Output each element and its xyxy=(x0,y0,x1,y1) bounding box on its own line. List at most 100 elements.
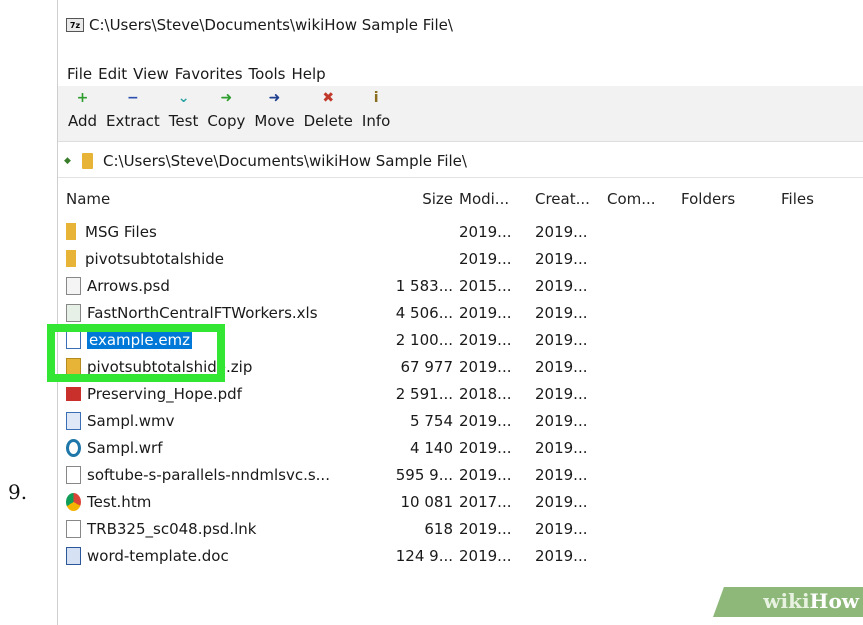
file-name-cell: FastNorthCentralFTWorkers.xls xyxy=(58,303,371,322)
menu-view[interactable]: View xyxy=(133,65,169,83)
file-row[interactable]: Sampl.wrf 4 140 2019... 2019... xyxy=(58,434,863,461)
psd-file-icon xyxy=(66,276,81,295)
file-size: 10 081 xyxy=(400,492,454,511)
move-label: Move xyxy=(254,112,295,130)
copy-button[interactable]: ➜ Copy xyxy=(207,86,245,141)
file-created: 2019... xyxy=(535,384,588,403)
add-button[interactable]: + Add xyxy=(68,86,97,141)
title-bar: 7z C:\Users\Steve\Documents\wikiHow Samp… xyxy=(58,0,863,56)
file-modified: 2019... xyxy=(459,411,512,430)
file-modified: 2019... xyxy=(459,357,512,376)
file-row[interactable]: Preserving_Hope.pdf 2 591... 2018... 2019..… xyxy=(58,380,863,407)
wrf-file-icon xyxy=(66,438,81,457)
up-folder-icon[interactable]: ◆ xyxy=(64,156,74,166)
folder-icon xyxy=(82,152,93,169)
info-icon: i xyxy=(373,90,379,106)
file-name: Preserving_Hope.pdf xyxy=(87,384,242,403)
file-name-cell: pivotsubtotalshide xyxy=(58,250,371,268)
file-size: 124 9... xyxy=(395,546,453,565)
folder-file-icon xyxy=(66,223,76,240)
file-name: MSG Files xyxy=(85,222,157,241)
file-size: 595 9... xyxy=(395,465,453,484)
file-row[interactable]: Sampl.wmv 5 754 2019... 2019... xyxy=(58,407,863,434)
file-name: Sampl.wrf xyxy=(87,438,163,457)
file-size: 2 591... xyxy=(395,384,453,403)
extract-icon: − xyxy=(127,90,139,106)
word-file-icon xyxy=(66,546,81,565)
test-button[interactable]: ⌄ Test xyxy=(169,86,199,141)
move-button[interactable]: ➜ Move xyxy=(254,86,294,141)
file-row[interactable]: FastNorthCentralFTWorkers.xls 4 506... 201… xyxy=(58,299,863,326)
file-name-cell: Preserving_Hope.pdf xyxy=(58,385,371,403)
file-row[interactable]: word-template.doc 124 9... 2019... 2019... xyxy=(58,542,863,569)
menu-edit[interactable]: Edit xyxy=(98,65,127,83)
column-name[interactable]: Name xyxy=(58,190,371,208)
file-name-cell: Arrows.psd xyxy=(58,276,371,295)
file-name: TRB325_sc048.psd.lnk xyxy=(87,519,257,538)
file-list: Name Size Modi... Creat... Com... Folder… xyxy=(58,180,863,625)
extract-button[interactable]: − Extract xyxy=(106,86,160,141)
file-created: 2019... xyxy=(535,546,588,565)
file-modified: 2019... xyxy=(459,222,512,241)
menu-file[interactable]: File xyxy=(67,65,92,83)
column-size[interactable]: Size xyxy=(371,190,453,208)
file-name: example.emz xyxy=(87,330,193,349)
file-name-cell: TRB325_sc048.psd.lnk xyxy=(58,519,371,538)
file-row[interactable]: example.emz 2 100... 2019... 2019... xyxy=(58,326,863,353)
delete-label: Delete xyxy=(303,112,353,130)
file-created: 2019... xyxy=(535,519,588,538)
file-name: word-template.doc xyxy=(87,546,229,565)
column-files[interactable]: Files xyxy=(777,190,857,208)
file-modified: 2018... xyxy=(459,384,512,403)
file-modified: 2019... xyxy=(459,546,512,565)
doc-file-icon xyxy=(66,519,81,538)
file-row[interactable]: softube-s-parallels-nndmlsvc.s... 595 9..… xyxy=(58,461,863,488)
file-size: 67 977 xyxy=(400,357,454,376)
menu-favorites[interactable]: Favorites xyxy=(175,65,243,83)
watermark-how: How xyxy=(809,589,859,613)
doc-file-icon xyxy=(66,465,81,484)
file-size: 4 506... xyxy=(395,303,453,322)
app-icon: 7z xyxy=(66,18,84,32)
pdf-file-icon xyxy=(66,386,81,401)
file-row[interactable]: pivotsubtotalshide.zip 67 977 2019... 2019.… xyxy=(58,353,863,380)
file-created: 2019... xyxy=(535,276,588,295)
file-created: 2019... xyxy=(535,222,588,241)
folder-file-icon xyxy=(66,250,76,267)
file-row[interactable]: Arrows.psd 1 583... 2015... 2019... xyxy=(58,272,863,299)
file-created: 2019... xyxy=(535,249,588,268)
file-name: pivotsubtotalshide.zip xyxy=(87,357,253,376)
address-path[interactable]: C:\Users\Steve\Documents\wikiHow Sample … xyxy=(103,152,467,170)
file-row[interactable]: MSG Files 2019... 2019... xyxy=(58,218,863,245)
column-comment[interactable]: Com... xyxy=(601,190,677,208)
menu-tools[interactable]: Tools xyxy=(249,65,286,83)
file-row[interactable]: pivotsubtotalshide 2019... 2019... xyxy=(58,245,863,272)
info-button[interactable]: i Info xyxy=(362,86,390,141)
wmv-file-icon xyxy=(66,411,81,430)
column-created[interactable]: Creat... xyxy=(531,190,601,208)
file-size: 2 100... xyxy=(395,330,453,349)
watermark: wikiHow xyxy=(763,589,859,613)
delete-button[interactable]: ✖ Delete xyxy=(304,86,353,141)
file-created: 2019... xyxy=(535,465,588,484)
file-name: FastNorthCentralFTWorkers.xls xyxy=(87,303,318,322)
menu-help[interactable]: Help xyxy=(292,65,326,83)
file-name: softube-s-parallels-nndmlsvc.s... xyxy=(87,465,330,484)
file-row[interactable]: Test.htm 10 081 2017... 2019... xyxy=(58,488,863,515)
file-created: 2019... xyxy=(535,330,588,349)
file-row[interactable]: TRB325_sc048.psd.lnk 618 2019... 2019... xyxy=(58,515,863,542)
file-manager-window: 7z C:\Users\Steve\Documents\wikiHow Samp… xyxy=(57,0,863,625)
column-folders[interactable]: Folders xyxy=(677,190,777,208)
file-name: Sampl.wmv xyxy=(87,411,175,430)
column-modified[interactable]: Modi... xyxy=(453,190,531,208)
window-title: C:\Users\Steve\Documents\wikiHow Sample … xyxy=(89,16,453,34)
file-modified: 2015... xyxy=(459,276,512,295)
menu-bar: File Edit View Favorites Tools Help xyxy=(58,62,863,86)
file-name-cell: pivotsubtotalshide.zip xyxy=(58,357,371,376)
add-label: Add xyxy=(68,112,98,130)
toolbar: + Add − Extract ⌄ Test ➜ Copy ➜ Move ✖ Delete i Info xyxy=(58,86,863,142)
file-created: 2019... xyxy=(535,492,588,511)
address-bar[interactable]: ◆ C:\Users\Steve\Documents\wikiHow Sampl… xyxy=(58,144,863,178)
delete-icon: ✖ xyxy=(322,90,335,106)
test-icon: ⌄ xyxy=(177,90,190,106)
